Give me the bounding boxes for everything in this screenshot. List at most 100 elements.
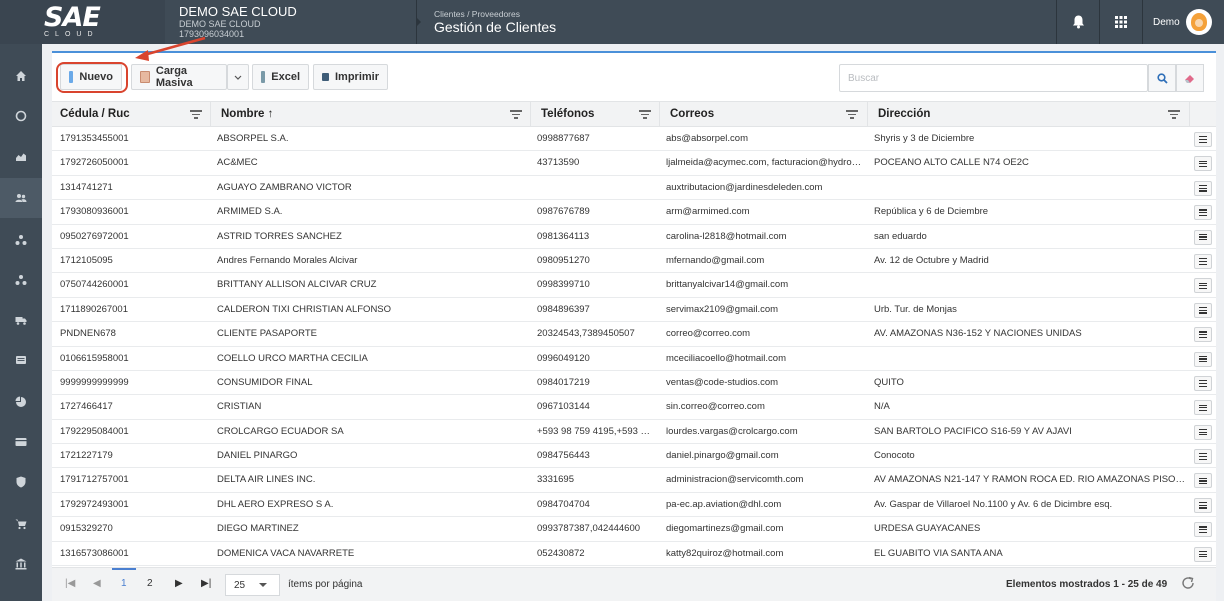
- column-header-address[interactable]: Dirección: [870, 102, 930, 126]
- table-row[interactable]: 0750744260001 BRITTANY ALLISON ALCIVAR CR…: [52, 273, 1216, 298]
- cell-emails: diegomartinezs@gmail.com: [666, 523, 784, 535]
- search-icon: [1156, 72, 1168, 84]
- filter-icon[interactable]: [190, 110, 202, 119]
- table-row[interactable]: 0950276972001 ASTRID TORRES SANCHEZ 098136…: [52, 225, 1216, 249]
- sidebar-item-circle[interactable]: [0, 96, 42, 136]
- sidebar-item-list[interactable]: [0, 340, 42, 380]
- filter-icon[interactable]: [1168, 110, 1180, 119]
- bulk-upload-button[interactable]: Carga Masiva: [131, 64, 227, 90]
- table-row[interactable]: 0106615958001 COELLO URCO MARTHA CECILIA 0…: [52, 347, 1216, 371]
- row-menu-button[interactable]: [1194, 327, 1212, 343]
- cell-name: DANIEL PINARGO: [217, 450, 298, 462]
- table-row[interactable]: 1314741271 AGUAYO ZAMBRANO VICTOR auxtribu…: [52, 176, 1216, 201]
- column-header-phones[interactable]: Teléfonos: [533, 102, 594, 126]
- row-menu-button[interactable]: [1194, 400, 1212, 416]
- company-notch: [416, 17, 421, 27]
- table-row[interactable]: 1793080936001 ARMIMED S.A. 0987676789 arm@a…: [52, 200, 1216, 225]
- table-row[interactable]: 1712105095 Andres Fernando Morales Alciva…: [52, 249, 1216, 274]
- row-menu-button[interactable]: [1194, 473, 1212, 489]
- refresh-icon[interactable]: [1180, 575, 1196, 591]
- row-menu-button[interactable]: [1194, 253, 1212, 269]
- company-info[interactable]: DEMO SAE CLOUD DEMO SAE CLOUD 1793096034…: [165, 0, 421, 44]
- print-button[interactable]: Imprimir: [313, 64, 388, 90]
- cell-name: ARMIMED S.A.: [217, 206, 283, 218]
- cell-name: CROLCARGO ECUADOR SA: [217, 425, 344, 437]
- row-menu-button[interactable]: [1194, 497, 1212, 513]
- sidebar-item-stats[interactable]: [0, 382, 42, 422]
- search-button[interactable]: [1148, 64, 1176, 92]
- row-menu-button[interactable]: [1194, 351, 1212, 367]
- sidebar-item-cart[interactable]: [0, 504, 42, 544]
- table-row[interactable]: 1792726050001 AC&MEC 43713590 ljalmeida@acy…: [52, 151, 1216, 176]
- next-page-button[interactable]: ▶: [175, 578, 183, 589]
- column-header-emails[interactable]: Correos: [662, 102, 714, 126]
- table-row[interactable]: 1721227179 DANIEL PINARGO 0984756443 daniel…: [52, 444, 1216, 469]
- logo-text: SAE: [44, 1, 101, 33]
- row-menu-button[interactable]: [1194, 546, 1212, 562]
- search-input[interactable]: [839, 64, 1148, 92]
- sae-logo[interactable]: SAE CLOUD: [0, 0, 165, 44]
- row-menu-button[interactable]: [1194, 180, 1212, 196]
- row-menu-button[interactable]: [1194, 278, 1212, 294]
- last-page-button[interactable]: ▶|: [201, 578, 211, 589]
- sidebar-item-share-2[interactable]: [0, 260, 42, 300]
- table-row[interactable]: 9999999999999 CONSUMIDOR FINAL 0984017219 v…: [52, 371, 1216, 396]
- column-header-ruc[interactable]: Cédula / Ruc: [52, 102, 130, 126]
- row-menu-button[interactable]: [1194, 424, 1212, 440]
- clear-search-button[interactable]: [1176, 64, 1204, 92]
- row-menu-button[interactable]: [1194, 522, 1212, 538]
- bulk-upload-label: Carga Masiva: [155, 65, 193, 89]
- table-row[interactable]: 1791353455001 ABSORPEL S.A. 0998877687 abs@…: [52, 127, 1216, 152]
- bank-icon: [15, 558, 27, 570]
- row-menu-button[interactable]: [1194, 229, 1212, 245]
- filter-icon[interactable]: [639, 110, 651, 119]
- first-page-button[interactable]: |◀: [65, 578, 75, 589]
- cell-ruc: 0106615958001: [60, 352, 129, 364]
- table-row[interactable]: 1727466417 CRISTIAN 0967103144 sin.correo@c…: [52, 395, 1216, 420]
- apps-button[interactable]: [1099, 0, 1142, 44]
- table-row[interactable]: 1792972493001 DHL AERO EXPRESO S A. 098470…: [52, 493, 1216, 518]
- row-menu-button[interactable]: [1194, 132, 1212, 147]
- row-menu-button[interactable]: [1194, 375, 1212, 391]
- excel-icon: [261, 71, 266, 83]
- cell-phones: 0998399710: [537, 279, 590, 291]
- row-menu-button[interactable]: [1194, 449, 1212, 465]
- page-size-select[interactable]: 25: [225, 574, 280, 596]
- cell-emails: mfernando@gmail.com: [666, 254, 765, 266]
- sidebar-item-clients[interactable]: [0, 178, 42, 218]
- table-row[interactable]: 1792295084001 CROLCARGO ECUADOR SA +593 98…: [52, 420, 1216, 445]
- user-menu[interactable]: Demo: [1142, 0, 1224, 44]
- table-row[interactable]: 1711890267001 CALDERON TIXI CHRISTIAN ALF…: [52, 298, 1216, 323]
- filter-icon[interactable]: [510, 110, 522, 119]
- table-row[interactable]: 1791712757001 DELTA AIR LINES INC. 3331695…: [52, 468, 1216, 493]
- sidebar-item-home[interactable]: [0, 56, 42, 96]
- cell-ruc: 1314741271: [60, 181, 113, 193]
- sidebar-item-reports[interactable]: [0, 136, 42, 176]
- prev-page-button[interactable]: ◀: [93, 578, 101, 589]
- row-menu-button[interactable]: [1194, 156, 1212, 172]
- cell-ruc: PNDNEN678: [60, 328, 116, 340]
- sidebar-item-delivery[interactable]: [0, 300, 42, 340]
- sidebar-item-cards[interactable]: [0, 422, 42, 462]
- row-menu-button[interactable]: [1194, 302, 1212, 318]
- table-row[interactable]: PNDNEN678 CLIENTE PASAPORTE 20324543,73894…: [52, 322, 1216, 347]
- sidebar-item-share-1[interactable]: [0, 220, 42, 260]
- filter-icon[interactable]: [846, 110, 858, 119]
- cell-address: AV. AMAZONAS N36-152 Y NACIONES UNIDAS: [874, 328, 1082, 340]
- cell-phones: 0998877687: [537, 133, 590, 144]
- page-2-button[interactable]: 2: [147, 578, 153, 589]
- column-header-name[interactable]: Nombre ↑: [213, 102, 273, 126]
- notifications-button[interactable]: [1056, 0, 1099, 44]
- excel-button[interactable]: Excel: [252, 64, 309, 90]
- cell-emails: lourdes.vargas@crolcargo.com: [666, 425, 798, 437]
- table-row[interactable]: 0915329270 DIEGO MARTINEZ 0993787387,04244…: [52, 517, 1216, 542]
- sidebar-item-security[interactable]: [0, 462, 42, 502]
- row-menu-button[interactable]: [1194, 205, 1212, 221]
- table-row[interactable]: 1316573086001 DOMENICA VACA NAVARRETE 0524…: [52, 542, 1216, 567]
- page-1-button[interactable]: 1: [121, 578, 127, 589]
- bulk-upload-dropdown[interactable]: [227, 64, 249, 90]
- cell-address: san eduardo: [874, 230, 927, 242]
- items-shown-label: Elementos mostrados 1 - 25 de 49: [1006, 579, 1168, 590]
- cell-emails: sin.correo@correo.com: [666, 401, 765, 413]
- sidebar-item-bank[interactable]: [0, 544, 42, 584]
